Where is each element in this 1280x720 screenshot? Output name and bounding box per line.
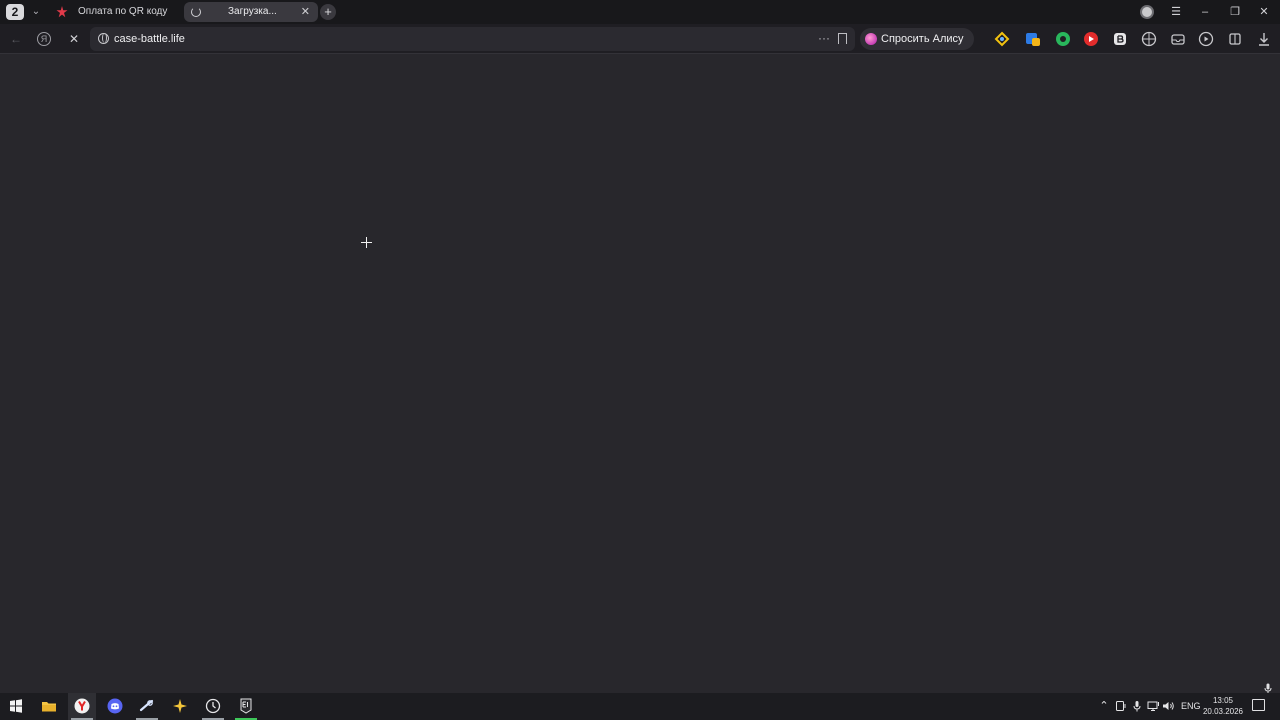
page-content[interactable] <box>0 55 1280 693</box>
tab-loading[interactable]: Загрузка... ✕ <box>184 2 318 22</box>
discord-icon <box>107 698 123 714</box>
stop-loading-icon[interactable]: ✕ <box>66 31 82 47</box>
epic-games-icon <box>240 698 252 714</box>
tab-counter-button[interactable]: 2 <box>6 4 24 20</box>
taskbar-clock-app[interactable] <box>199 693 227 720</box>
minimize-button[interactable]: – <box>1196 4 1214 20</box>
browser-titlebar: 2 ⌄ Оплата по QR коду Загрузка... ✕ + ☰ … <box>0 0 1280 24</box>
taskbar-game-launcher[interactable] <box>166 693 194 720</box>
downloads-icon[interactable] <box>1256 31 1272 47</box>
new-tab-button[interactable]: + <box>320 4 336 20</box>
extension-tray-icon[interactable] <box>1170 31 1186 47</box>
extension-translator-icon[interactable] <box>1025 31 1041 47</box>
restore-button[interactable]: ❐ <box>1226 4 1244 20</box>
steam-icon <box>139 699 154 712</box>
input-language-indicator[interactable]: ENG <box>1181 693 1201 720</box>
volume-icon[interactable] <box>1162 700 1175 712</box>
show-hidden-icons-chevron-icon[interactable]: ⌃ <box>1098 693 1110 720</box>
extension-green-icon[interactable] <box>1055 31 1071 47</box>
address-bar[interactable]: case-battle.life ··· <box>90 27 855 51</box>
clock-time: 13:05 <box>1212 696 1234 705</box>
windows-taskbar: ⌃ ENG 13:05 20.03.2026 <box>0 693 1280 720</box>
loading-spinner-icon <box>191 7 201 17</box>
microphone-indicator-icon <box>1264 683 1272 693</box>
file-explorer-icon <box>42 702 56 712</box>
taskbar-epic-games[interactable] <box>232 693 260 720</box>
crosshair-cursor-icon <box>361 237 372 248</box>
tray-device-icon[interactable] <box>1115 700 1127 712</box>
clock-date: 20.03.2026 <box>1202 707 1244 716</box>
taskbar-discord[interactable] <box>101 693 129 720</box>
taskbar-steam[interactable] <box>133 693 161 720</box>
bookmark-icon[interactable] <box>838 33 847 44</box>
collections-icon[interactable] <box>1227 31 1243 47</box>
game-launcher-icon <box>173 699 187 713</box>
chevron-down-icon[interactable]: ⌄ <box>28 4 44 20</box>
taskbar-yandex-browser[interactable] <box>68 693 96 720</box>
windows-start-icon <box>10 699 22 713</box>
alice-icon <box>865 33 877 45</box>
extension-vk-icon[interactable] <box>1112 31 1128 47</box>
browser-toolbar: ← Я ✕ case-battle.life ··· Спросить Алис… <box>0 24 1280 67</box>
extension-globe-icon[interactable] <box>1141 31 1157 47</box>
extension-media-icon[interactable] <box>1198 31 1214 47</box>
taskbar-file-explorer[interactable] <box>35 693 63 720</box>
tab-title: Оплата по QR коду <box>78 6 168 17</box>
yandex-logo-icon[interactable]: Я <box>37 32 51 46</box>
start-button[interactable] <box>2 693 30 720</box>
globe-icon <box>98 33 109 44</box>
more-options-icon[interactable]: ··· <box>818 27 830 49</box>
extension-diamond-icon[interactable] <box>994 31 1010 47</box>
network-icon[interactable] <box>1147 700 1160 712</box>
yandex-browser-icon <box>74 698 90 714</box>
ask-alice-button[interactable]: Спросить Алису AI <box>860 28 974 67</box>
tab-title: Загрузка... <box>228 6 277 17</box>
star-favicon-icon <box>56 6 68 18</box>
notification-center-icon[interactable] <box>1252 699 1265 711</box>
close-window-button[interactable]: ✕ <box>1255 4 1273 20</box>
back-arrow-icon[interactable]: ← <box>8 31 24 47</box>
tab-qr-payment[interactable]: Оплата по QR коду <box>50 2 180 22</box>
profile-avatar-icon[interactable] <box>1140 5 1154 19</box>
extension-red-play-icon[interactable] <box>1083 31 1099 47</box>
taskbar-clock[interactable]: 13:05 20.03.2026 <box>1202 695 1244 717</box>
screen: 2 ⌄ Оплата по QR коду Загрузка... ✕ + ☰ … <box>0 0 1280 720</box>
microphone-icon[interactable] <box>1131 700 1143 712</box>
tab-close-icon[interactable]: ✕ <box>301 2 310 22</box>
url-text[interactable]: case-battle.life <box>114 27 185 51</box>
clock-app-icon <box>205 698 221 714</box>
menu-icon[interactable]: ☰ <box>1167 4 1185 20</box>
